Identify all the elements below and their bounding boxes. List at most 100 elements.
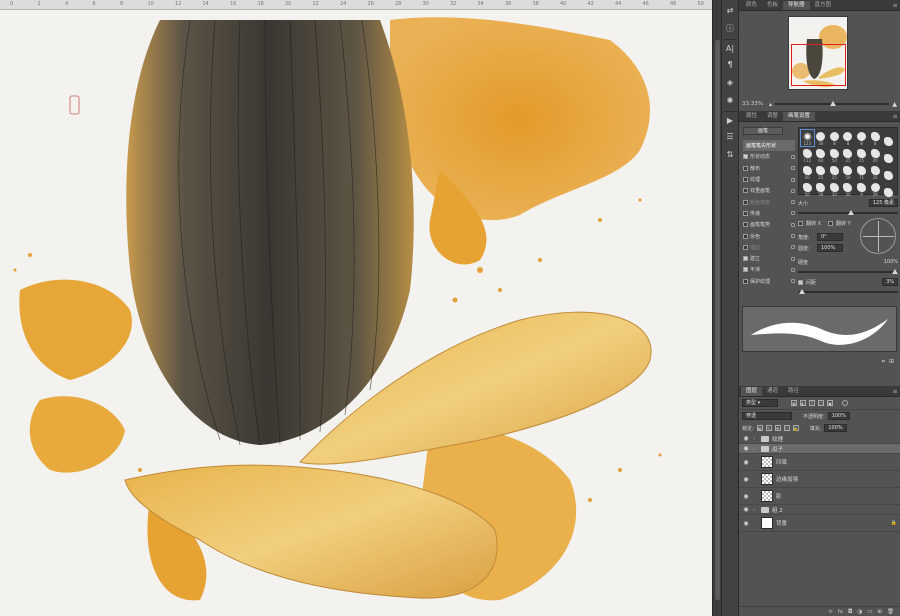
folder-icon[interactable]: ▭ [867, 609, 872, 615]
brush-tip[interactable]: 123 [800, 129, 815, 147]
brush-option-checkbox[interactable] [743, 188, 748, 194]
layer-name[interactable]: 印章 [776, 458, 787, 466]
visibility-eye-icon[interactable]: ◉ [742, 506, 750, 513]
lock-icon[interactable] [791, 166, 795, 171]
brush-tip[interactable]: 25 [842, 147, 855, 163]
brush-option-checkbox[interactable]: ✓ [743, 256, 748, 262]
brush-tip[interactable]: 50 [828, 147, 841, 163]
properties-icon[interactable]: ✺ [723, 93, 737, 107]
flip-x-checkbox[interactable] [798, 220, 803, 226]
roundness-field[interactable]: 100% [817, 244, 843, 252]
brush-option-checkbox[interactable] [743, 199, 748, 205]
filter-adjust-icon[interactable]: ◐ [800, 400, 806, 406]
brush-option-checkbox[interactable]: ✓ [743, 267, 748, 273]
brush-tip[interactable]: 60 [815, 147, 828, 163]
flip-y-checkbox[interactable] [828, 220, 834, 226]
brush-option-checkbox[interactable] [743, 177, 748, 183]
tab-histogram[interactable]: 直方图 [810, 1, 837, 10]
brush-option-item[interactable]: 散布 [743, 163, 795, 174]
tab-brush-settings[interactable]: 画笔设置 [783, 112, 816, 121]
hardness-slider-knob[interactable] [892, 269, 898, 274]
brush-option-item[interactable]: 湿边 [743, 242, 795, 253]
zoom-slider[interactable] [775, 101, 890, 106]
layer-row[interactable]: ◉ 边缘加强 [739, 471, 900, 488]
history-icon[interactable]: ☰ [723, 129, 737, 143]
lock-icon[interactable] [791, 177, 795, 182]
filter-shape-icon[interactable]: □ [818, 400, 824, 406]
lock-transparent-icon[interactable]: ▦ [756, 425, 763, 431]
layer-name[interactable]: 纹理 [772, 435, 783, 443]
spacing-slider-knob[interactable] [799, 289, 805, 294]
brush-tip[interactable]: 8 [869, 130, 882, 146]
layer-name[interactable]: 组 2 [772, 506, 783, 514]
angle-field[interactable]: 0° [817, 233, 843, 241]
create-new-brush-icon[interactable]: ⊞ [889, 358, 894, 366]
visibility-eye-icon[interactable]: ◉ [742, 435, 750, 442]
tab-paths[interactable]: 路径 [783, 387, 804, 396]
angle-roundness-widget[interactable] [860, 218, 896, 254]
lock-image-icon[interactable]: ✎ [765, 425, 772, 431]
brush-option-checkbox[interactable] [743, 222, 748, 228]
lock-icon[interactable] [791, 267, 795, 272]
brush-option-item[interactable]: 画笔笔势 [743, 219, 795, 230]
brush-tip[interactable]: 9 [855, 181, 868, 197]
filter-smart-icon[interactable]: ▣ [827, 400, 833, 406]
panel-menu-icon[interactable]: ≡ [890, 1, 900, 10]
character-icon[interactable]: A| [723, 39, 737, 53]
tab-navigator[interactable]: 导航器 [783, 1, 810, 10]
filter-toggle-icon[interactable] [842, 400, 848, 406]
brush-tip[interactable]: 39 [869, 181, 882, 197]
brush-option-checkbox[interactable] [743, 244, 748, 250]
adjustment-icon[interactable]: ◑ [857, 609, 862, 615]
document-canvas[interactable]: 0 2 4 6 8 10 12 14 16 18 20 22 24 26 28 30 32 34 36 38 40 42 4… [0, 0, 712, 616]
tab-swatches[interactable]: 色板 [762, 1, 783, 10]
size-field[interactable]: 125 像素 [868, 199, 898, 207]
tab-channels[interactable]: 通道 [762, 387, 783, 396]
filter-pixel-icon[interactable]: ▦ [791, 400, 797, 406]
zoom-in-icon[interactable]: ▲ [892, 101, 897, 108]
layer-row[interactable]: ◉ › 瓜子 [739, 444, 900, 454]
layer-row[interactable]: ◉ 背景 🔒 [739, 515, 900, 532]
brush-tip[interactable]: 71 [855, 164, 868, 180]
lock-icon[interactable] [791, 211, 795, 216]
layers-panel-menu-icon[interactable]: ≡ [890, 387, 900, 396]
opacity-field[interactable]: 100% [827, 412, 850, 420]
horizontal-ruler[interactable]: 0 2 4 6 8 10 12 14 16 18 20 22 24 26 28 30 32 34 36 38 40 42 4… [0, 0, 712, 10]
brush-option-item[interactable]: 杂色 [743, 230, 795, 241]
brush-tip[interactable]: 25 [815, 164, 828, 180]
brush-tip[interactable]: 30 [842, 181, 855, 197]
brush-tip[interactable] [882, 130, 895, 146]
fx-icon[interactable]: fx [838, 609, 843, 615]
lock-artboard-icon[interactable]: ▢ [783, 425, 790, 431]
brush-tip[interactable]: 25 [855, 147, 868, 163]
layer-row[interactable]: ◉ › 纹理 [739, 434, 900, 444]
visibility-eye-icon[interactable]: ◉ [742, 445, 750, 452]
lock-icon[interactable] [791, 279, 795, 284]
lock-all-icon[interactable]: 🔒 [792, 425, 799, 431]
vertical-scrollbar[interactable] [712, 0, 721, 616]
mask-icon[interactable]: ◘ [848, 609, 852, 615]
brush-option-item[interactable]: 画笔笔尖形状 [743, 140, 795, 152]
paragraph-icon[interactable]: ¶ [723, 57, 737, 71]
brush-option-checkbox[interactable] [743, 233, 748, 239]
brush-tip[interactable] [882, 181, 895, 197]
brush-tip[interactable]: 25 [828, 164, 841, 180]
adjust-icon[interactable]: ⇅ [723, 147, 737, 161]
navigator-thumbnail[interactable] [788, 16, 848, 90]
layer-row[interactable]: ◉ 影 [739, 488, 900, 505]
brush-option-checkbox[interactable] [743, 210, 748, 216]
new-layer-icon[interactable]: ⊞ [877, 609, 882, 615]
brush-option-checkbox[interactable]: ✓ [743, 154, 748, 160]
brush-option-item[interactable]: 纹理 [743, 174, 795, 185]
visibility-eye-icon[interactable]: ◉ [742, 520, 750, 527]
brush-option-item[interactable]: 传递 [743, 208, 795, 219]
navigator-view-rect[interactable] [791, 44, 846, 86]
hardness-value[interactable]: 100% [884, 259, 898, 265]
lock-icon[interactable] [791, 200, 795, 205]
zoom-out-icon[interactable]: ▴ [769, 101, 772, 108]
brush-tip[interactable]: 50 [842, 164, 855, 180]
layer-name[interactable]: 边缘加强 [776, 475, 798, 483]
brush-tip-grid[interactable]: 123 30 8 8 8 8 112 60 50 25 25 20 50 25 25 50 71 25 50 36 30… [798, 127, 898, 197]
brush-tip[interactable]: 8 [828, 130, 841, 146]
group-expand-arrow-icon[interactable]: › [753, 436, 758, 442]
